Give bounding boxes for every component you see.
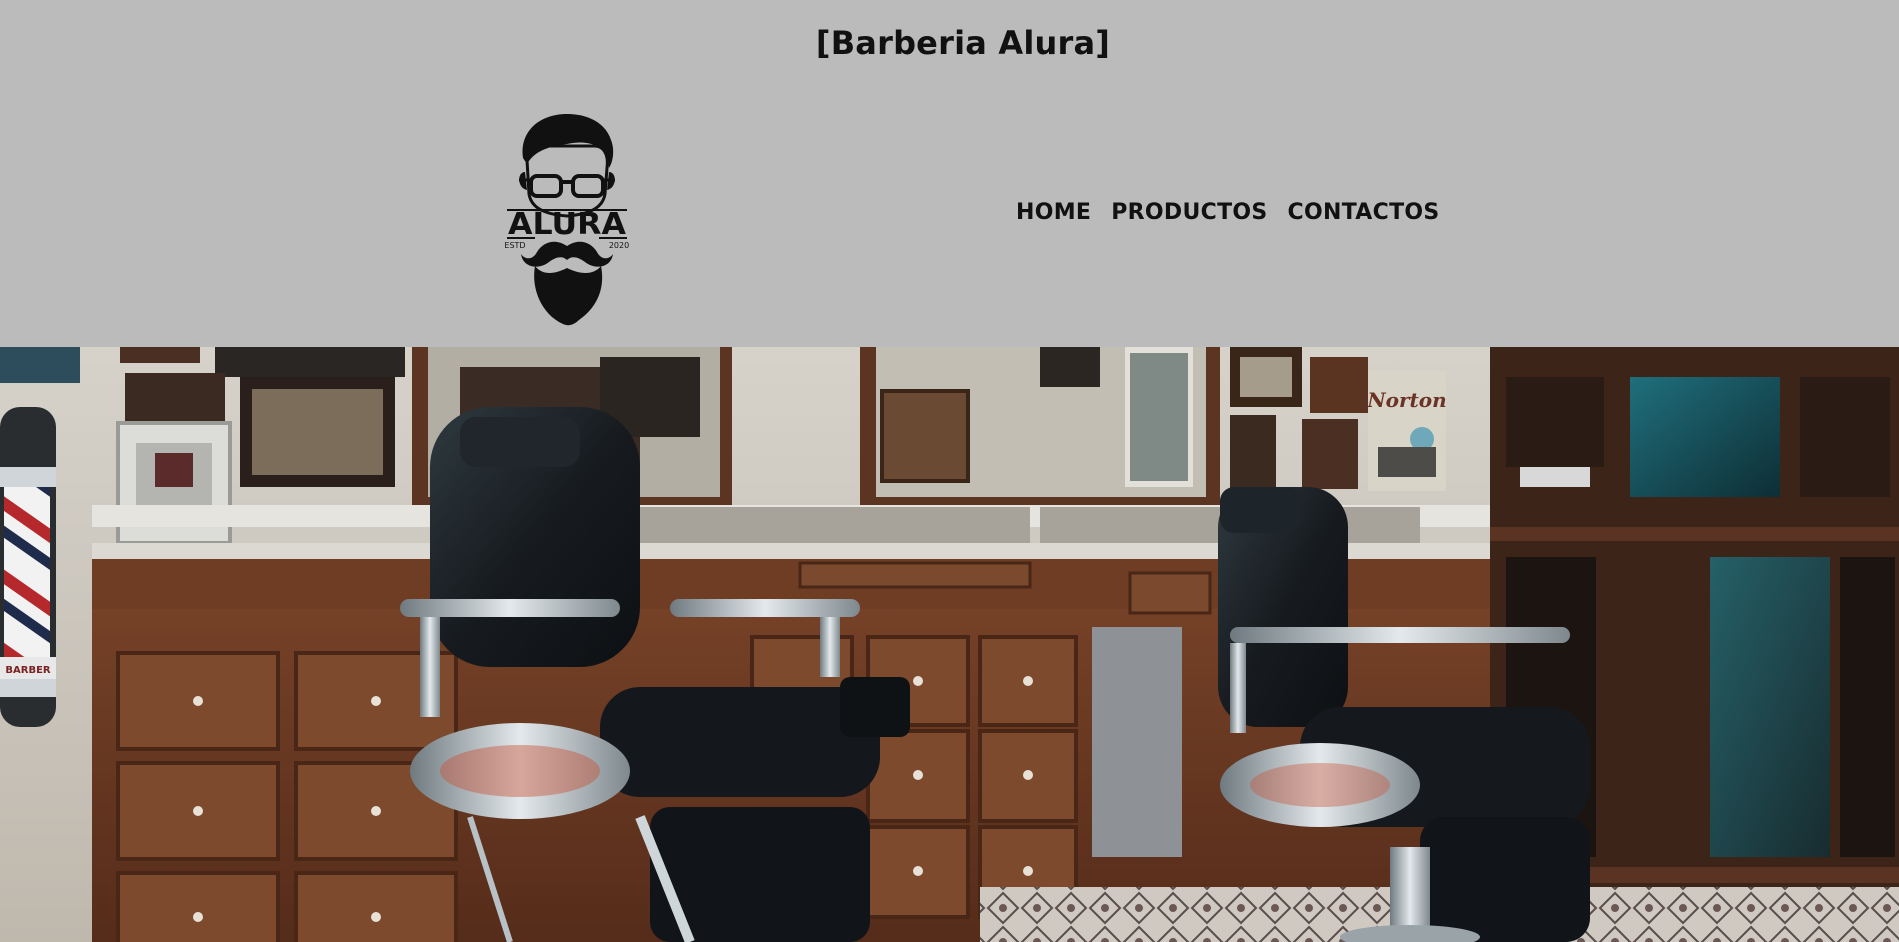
alura-logo[interactable]: ALURA ESTD 2020 [505,110,629,328]
norton-poster-text: Norton [1366,388,1446,412]
nav-home-link[interactable]: HOME [1016,200,1091,225]
main-nav: HOME PRODUCTOS CONTACTOS [1016,200,1440,225]
logo-year: 2020 [609,241,629,250]
logo-wordmark: ALURA [508,207,627,242]
page: [Barberia Alura] ALURA ESTD 2020 HOME PR… [0,0,1899,942]
logo-estd: ESTD [505,241,526,250]
nav-contactos-link[interactable]: CONTACTOS [1288,200,1440,225]
nav-productos-link[interactable]: PRODUCTOS [1111,200,1267,225]
hero-barbershop-image: Norton BARBER [0,347,1899,942]
chair-badge-text: BARBER [5,665,51,676]
site-title: [Barberia Alura] [815,24,1111,62]
